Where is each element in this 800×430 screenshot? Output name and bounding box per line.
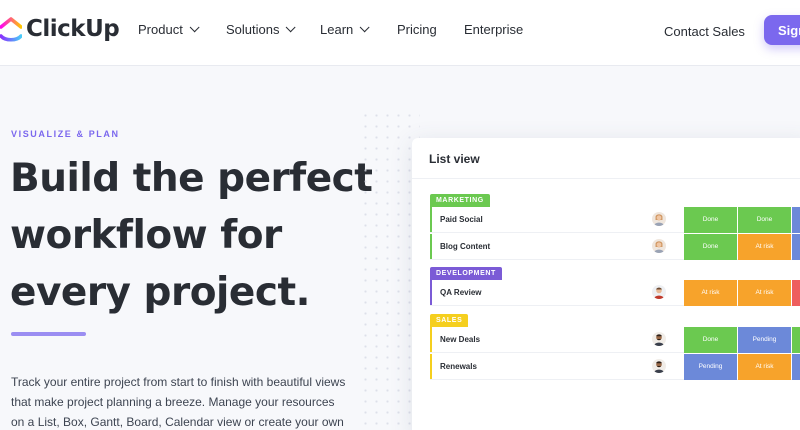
task-name: Renewals — [440, 362, 477, 371]
status-cell[interactable]: Pending — [738, 327, 791, 353]
nav-pricing-label: Pricing — [397, 22, 437, 37]
task-row[interactable]: QA Review At risk At risk — [430, 280, 800, 306]
headline-line: every project. — [10, 270, 310, 315]
group-tag-marketing: MARKETING — [430, 194, 490, 207]
top-nav: ClickUp Product Solutions Learn Pricing … — [0, 0, 800, 66]
group-tag-development: DEVELOPMENT — [430, 267, 502, 280]
hero-description: Track your entire project from start to … — [11, 375, 346, 429]
avatar-man-dark-icon[interactable] — [652, 359, 666, 373]
nav-enterprise[interactable]: Enterprise — [464, 22, 523, 37]
status-cell[interactable] — [792, 234, 800, 260]
status-cell[interactable]: Done — [684, 234, 737, 260]
divider — [412, 178, 800, 179]
status-cell[interactable]: Done — [684, 327, 737, 353]
chevron-down-icon — [189, 22, 200, 33]
status-cell[interactable]: Done — [684, 207, 737, 233]
logo-text: ClickUp — [26, 16, 120, 42]
avatar-woman-icon[interactable] — [652, 239, 666, 253]
hero-eyebrow: VISUALIZE & PLAN — [11, 129, 120, 139]
hero-headline: Build the perfect workflow for every pro… — [10, 150, 390, 321]
clickup-logo-icon — [0, 17, 22, 42]
avatar-man-dark-icon[interactable] — [652, 332, 666, 346]
group-accent — [430, 207, 432, 232]
group-accent — [430, 234, 432, 259]
nav-learn-label: Learn — [320, 22, 354, 37]
nav-learn[interactable]: Learn — [320, 22, 370, 37]
task-row[interactable]: New Deals Done Pending — [430, 327, 800, 353]
nav-pricing[interactable]: Pricing — [397, 22, 437, 37]
chevron-down-icon — [286, 22, 297, 33]
chevron-down-icon — [359, 22, 370, 33]
avatar-woman-icon[interactable] — [652, 212, 666, 226]
headline-line: Build the perfect — [10, 156, 373, 201]
nav-solutions-label: Solutions — [226, 22, 280, 37]
group-accent — [430, 280, 432, 305]
headline-underline — [11, 332, 86, 336]
status-cell[interactable]: At risk — [738, 354, 791, 380]
status-cell[interactable] — [792, 354, 800, 380]
task-name: New Deals — [440, 335, 481, 344]
status-cell[interactable] — [792, 327, 800, 353]
nav-solutions[interactable]: Solutions — [226, 22, 297, 37]
status-cell[interactable]: At risk — [738, 280, 791, 306]
task-row[interactable]: Renewals Pending At risk — [430, 354, 800, 380]
nav-product-label: Product — [138, 22, 183, 37]
group-accent — [430, 327, 432, 352]
status-cell[interactable]: At risk — [738, 234, 791, 260]
status-cell[interactable]: Pending — [684, 354, 737, 380]
task-name: QA Review — [440, 288, 482, 297]
nav-enterprise-label: Enterprise — [464, 22, 524, 37]
task-row[interactable]: Blog Content Done At risk — [430, 234, 800, 260]
status-cell[interactable]: At risk — [684, 280, 737, 306]
signup-button[interactable]: Sign — [764, 15, 800, 45]
group-tag-sales: SALES — [430, 314, 469, 327]
task-name: Paid Social — [440, 215, 483, 224]
nav-product[interactable]: Product — [138, 22, 200, 37]
list-view-card: List view MARKETING Paid Social Done Done Bl… — [412, 138, 800, 430]
list-view-title: List view — [429, 152, 480, 166]
status-cell[interactable]: Done — [738, 207, 791, 233]
clickup-logo[interactable]: ClickUp — [0, 12, 120, 46]
status-cell[interactable] — [792, 207, 800, 233]
group-accent — [430, 354, 432, 379]
task-name: Blog Content — [440, 242, 491, 251]
avatar-man-icon[interactable] — [652, 285, 666, 299]
headline-line: workflow for — [10, 213, 282, 258]
dot-pattern — [360, 110, 420, 430]
task-row[interactable]: Paid Social Done Done — [430, 207, 800, 233]
status-cell[interactable] — [792, 280, 800, 306]
contact-sales-link[interactable]: Contact Sales — [664, 24, 745, 39]
